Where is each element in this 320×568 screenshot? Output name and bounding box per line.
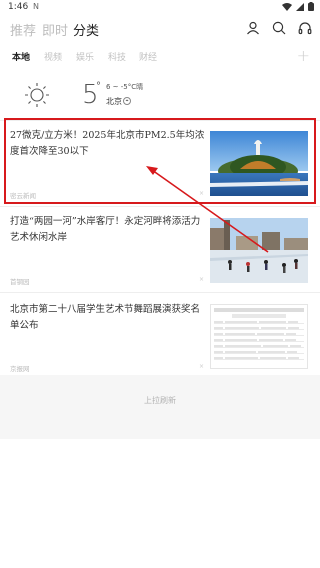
award-list-table[interactable]	[210, 304, 308, 369]
load-more-area: 上拉刷新	[0, 375, 320, 439]
news-source: 密云新闻	[10, 192, 36, 200]
dismiss-button[interactable]: ×	[199, 363, 204, 370]
channel-local[interactable]: 本地	[12, 50, 30, 63]
headphones-icon[interactable]	[298, 21, 312, 35]
weather-city: 北京	[106, 97, 122, 106]
news-source: 京报网	[10, 365, 30, 373]
channel-entertainment[interactable]: 娱乐	[76, 50, 94, 63]
location-icon: ⌖	[123, 97, 131, 105]
nav-icons	[246, 21, 312, 35]
tab-recommend[interactable]: 推荐	[10, 20, 36, 39]
channel-finance[interactable]: 财经	[139, 50, 157, 63]
status-time: 1:46	[8, 2, 29, 12]
search-icon[interactable]	[272, 21, 286, 35]
status-bar: 1:46 N	[0, 0, 320, 14]
news-title[interactable]: 打造“两园一河”水岸客厅！永定河畔将添活力艺术休闲水岸	[10, 214, 205, 246]
battery-icon	[308, 2, 314, 11]
load-more-text[interactable]: 上拉刷新	[0, 395, 320, 406]
news-item[interactable]: 北京市第二十八届学生艺术节舞蹈展演获奖名单公布 京报网 ×	[0, 292, 320, 375]
news-title[interactable]: 北京市第二十八届学生艺术节舞蹈展演获奖名单公布	[10, 302, 205, 334]
status-icons	[282, 2, 314, 11]
channel-tech[interactable]: 科技	[108, 50, 126, 63]
tab-category[interactable]: 分类	[73, 20, 99, 39]
weather-widget[interactable]: 5 ° 6 ~ -5°C晴 北京 ⌖	[0, 70, 320, 122]
news-item[interactable]: 27微克/立方米！2025年北京市PM2.5年均浓度首次降至30以下 密云新闻 …	[0, 120, 320, 206]
lake-pagoda-photo[interactable]	[210, 131, 308, 196]
wifi-icon	[282, 2, 292, 11]
channel-video[interactable]: 视频	[44, 50, 62, 63]
notification-icon: N	[33, 2, 39, 11]
add-channel-button[interactable]: +	[297, 46, 310, 65]
dismiss-button[interactable]: ×	[199, 276, 204, 283]
ice-skating-photo[interactable]	[210, 218, 308, 283]
channel-row: 本地 视频 娱乐 科技 财经 +	[0, 46, 320, 68]
weather-degree: °	[96, 81, 101, 92]
weather-range: 6 ~ -5°C晴	[106, 83, 144, 91]
top-nav: 推荐 即时 分类	[0, 14, 320, 44]
user-icon[interactable]	[246, 21, 260, 35]
news-source: 首钢园	[10, 278, 30, 286]
sun-icon	[25, 83, 49, 107]
dismiss-button[interactable]: ×	[199, 190, 204, 197]
tab-instant[interactable]: 即时	[42, 20, 68, 39]
signal-icon	[296, 2, 304, 11]
news-item[interactable]: 打造“两园一河”水岸客厅！永定河畔将添活力艺术休闲水岸 首钢园 ×	[0, 206, 320, 292]
news-title[interactable]: 27微克/立方米！2025年北京市PM2.5年均浓度首次降至30以下	[10, 128, 205, 160]
